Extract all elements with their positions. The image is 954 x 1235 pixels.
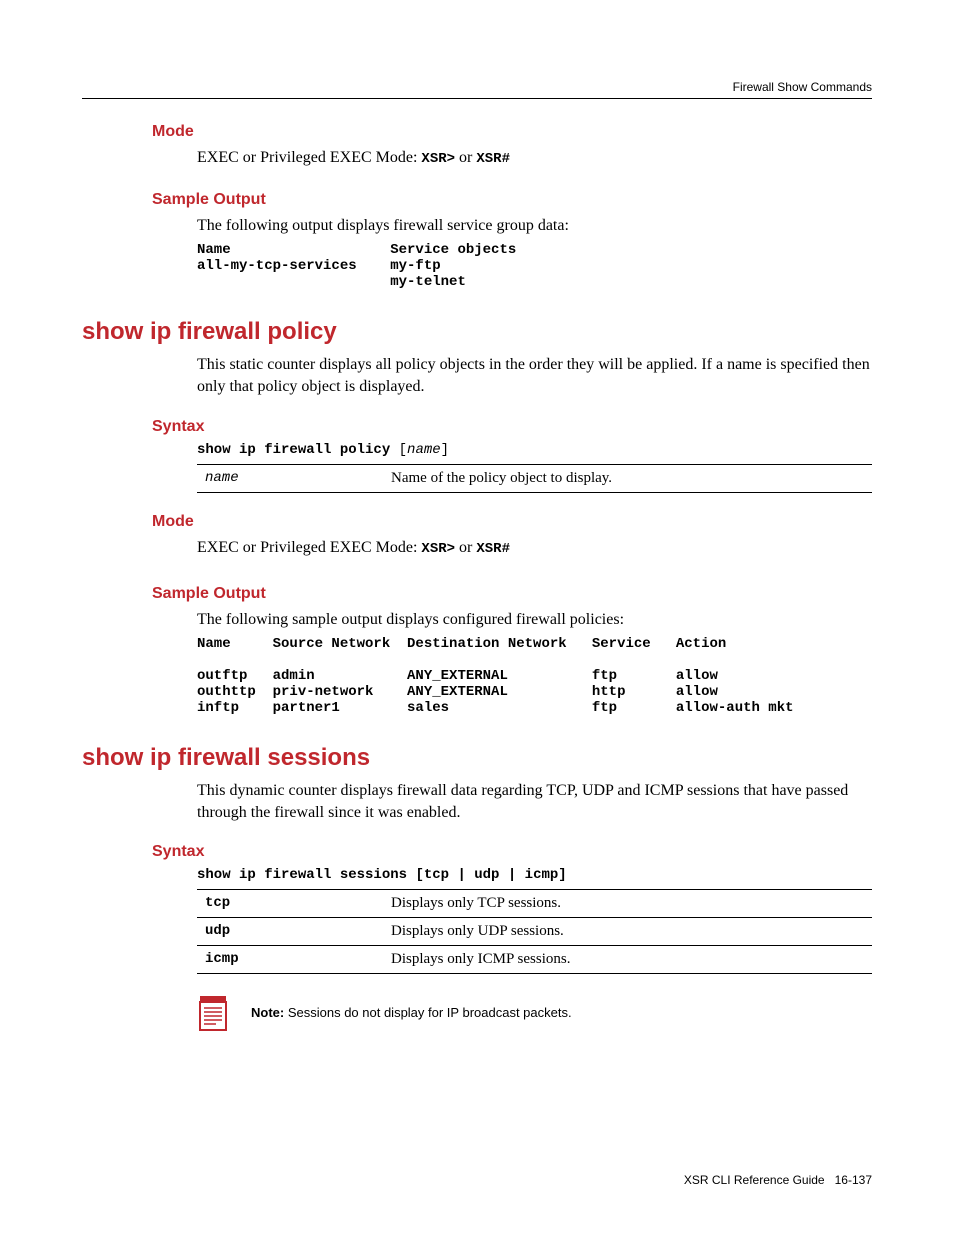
mode-prefix: EXEC or Privileged EXEC Mode:: [197, 149, 421, 166]
mode-code1: XSR>: [421, 151, 455, 167]
policy-sample-table: Name Source Network Destination Network …: [197, 636, 872, 716]
param-desc: Displays only UDP sessions.: [383, 918, 872, 946]
mode-or: or: [455, 149, 476, 166]
policy-syntax: show ip firewall policy [name]: [197, 442, 872, 458]
table-row: tcpDisplays only TCP sessions.: [197, 890, 872, 918]
note-icon: [197, 992, 233, 1032]
param-desc: Displays only TCP sessions.: [383, 890, 872, 918]
note-block: Note: Sessions do not display for IP bro…: [197, 992, 872, 1032]
policy-syntax-bracket-open: [: [390, 442, 407, 458]
command-title-policy: show ip firewall policy: [82, 318, 872, 346]
running-header: Firewall Show Commands: [82, 80, 872, 94]
command-title-sessions: show ip firewall sessions: [82, 744, 872, 772]
note-text: Note: Sessions do not display for IP bro…: [251, 1005, 572, 1020]
mode-code2: XSR#: [476, 151, 510, 167]
param-desc: Displays only ICMP sessions.: [383, 946, 872, 974]
param-key: tcp: [197, 890, 383, 918]
sessions-param-table: tcpDisplays only TCP sessions.udpDisplay…: [197, 889, 872, 974]
policy-syntax-bracket-close: ]: [441, 442, 449, 458]
page-footer: XSR CLI Reference Guide 16-137: [684, 1173, 872, 1187]
sample1-codeblock: Name Service objects all-my-tcp-services…: [197, 242, 872, 290]
section-title-syntax-sessions: Syntax: [152, 843, 872, 861]
note-body: Sessions do not display for IP broadcast…: [284, 1005, 571, 1020]
sample1-intro: The following output displays firewall s…: [197, 215, 872, 237]
section-title-syntax-policy: Syntax: [152, 418, 872, 436]
policy-mode-code2: XSR#: [476, 541, 510, 557]
mode-text: EXEC or Privileged EXEC Mode: XSR> or XS…: [197, 147, 872, 169]
table-row: icmpDisplays only ICMP sessions.: [197, 946, 872, 974]
param-desc: Name of the policy object to display.: [383, 464, 872, 492]
section-title-mode: Mode: [152, 123, 872, 141]
sessions-syntax-opts: [tcp | udp | icmp]: [407, 867, 567, 883]
policy-mode-or: or: [455, 539, 476, 556]
section-title-sample-policy: Sample Output: [152, 585, 872, 603]
policy-sample-intro: The following sample output displays con…: [197, 609, 872, 631]
table-row: name Name of the policy object to displa…: [197, 464, 872, 492]
table-row: udpDisplays only UDP sessions.: [197, 918, 872, 946]
policy-mode-code1: XSR>: [421, 541, 455, 557]
policy-desc: This static counter displays all policy …: [197, 354, 872, 397]
policy-param-table: name Name of the policy object to displa…: [197, 464, 872, 493]
footer-page: 16-137: [835, 1173, 872, 1187]
policy-syntax-param: name: [407, 442, 441, 458]
param-key: udp: [197, 918, 383, 946]
sessions-desc: This dynamic counter displays firewall d…: [197, 780, 872, 823]
note-label: Note:: [251, 1005, 284, 1020]
param-key: icmp: [197, 946, 383, 974]
section-title-sample-output: Sample Output: [152, 191, 872, 209]
policy-mode-text: EXEC or Privileged EXEC Mode: XSR> or XS…: [197, 537, 872, 559]
param-key: name: [197, 464, 383, 492]
header-rule: [82, 98, 872, 99]
footer-guide: XSR CLI Reference Guide: [684, 1173, 825, 1187]
page-container: Firewall Show Commands Mode EXEC or Priv…: [0, 0, 954, 1235]
policy-syntax-cmd: show ip firewall policy: [197, 442, 390, 458]
sessions-syntax-cmd: show ip firewall sessions: [197, 867, 407, 883]
sessions-syntax: show ip firewall sessions [tcp | udp | i…: [197, 867, 872, 883]
section-title-mode-policy: Mode: [152, 513, 872, 531]
policy-mode-prefix: EXEC or Privileged EXEC Mode:: [197, 539, 421, 556]
